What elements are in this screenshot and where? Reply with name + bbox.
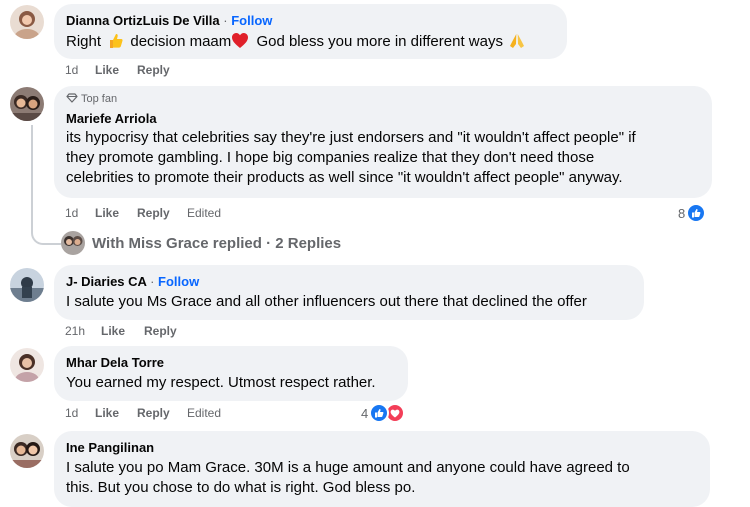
- author-name-link[interactable]: Mariefe Arriola: [66, 110, 700, 127]
- comment-text-part: Right: [66, 33, 102, 50]
- author-name-link[interactable]: Mhar Dela Torre: [66, 354, 396, 371]
- comment-actions: 1d Like Reply Edited: [65, 206, 265, 221]
- reaction-count: 4: [361, 405, 369, 421]
- comment-timestamp[interactable]: 1d: [65, 63, 78, 77]
- comment-text: Right decision maam God bless you more i…: [66, 32, 555, 55]
- comment-text-line: its hypocrisy that celebrities say they'…: [66, 129, 636, 146]
- folded-hands-emoji-icon: [509, 32, 525, 55]
- avatar[interactable]: [10, 87, 44, 121]
- comment-text-line: celebrities to promote their products as…: [66, 169, 623, 186]
- comment-actions: 21h Like Reply: [65, 324, 265, 339]
- comment-timestamp[interactable]: 21h: [65, 324, 85, 338]
- comment-text-line: this. But you chose to do what is right.…: [66, 479, 416, 496]
- edited-label[interactable]: Edited: [187, 206, 221, 220]
- follow-button[interactable]: Follow: [231, 13, 272, 28]
- comment-text-part: God bless you more in different ways: [256, 33, 503, 50]
- comment-bubble: Top fan Mariefe Arriola its hypocrisy th…: [54, 86, 712, 198]
- reaction-summary[interactable]: 4: [361, 403, 406, 423]
- comment-actions: 1d Like Reply Edited: [65, 406, 265, 421]
- comment-timestamp[interactable]: 1d: [65, 406, 78, 420]
- comment-text: I salute you po Mam Grace. 30M is a huge…: [66, 458, 698, 498]
- like-button[interactable]: Like: [95, 406, 119, 420]
- comment-text: You earned my respect. Utmost respect ra…: [66, 374, 376, 391]
- top-fan-badge: Top fan: [66, 92, 700, 107]
- avatar[interactable]: [10, 348, 44, 382]
- follow-button[interactable]: Follow: [158, 274, 199, 289]
- edited-label[interactable]: Edited: [187, 406, 221, 420]
- separator-dot: ·: [223, 13, 228, 28]
- comment-bubble: J- Diaries CA · Follow I salute you Ms G…: [54, 265, 644, 320]
- comment-bubble: Dianna OrtizLuis De Villa · Follow Right…: [54, 4, 567, 59]
- comment-text-part: decision maam: [130, 33, 232, 50]
- view-replies-button[interactable]: With Miss Grace replied · 2 Replies: [61, 230, 341, 256]
- like-button[interactable]: Like: [95, 63, 119, 77]
- comment-bubble: Ine Pangilinan I salute you po Mam Grace…: [54, 431, 710, 507]
- like-button[interactable]: Like: [95, 206, 119, 220]
- reaction-count: 8: [678, 205, 686, 221]
- comment-text-line: they promote gambling. I hope big compan…: [66, 149, 595, 166]
- comment-timestamp[interactable]: 1d: [65, 206, 78, 220]
- reply-button[interactable]: Reply: [137, 63, 170, 77]
- avatar[interactable]: [10, 268, 44, 302]
- author-name-link[interactable]: J- Diaries CA: [66, 274, 146, 289]
- red-heart-emoji-icon: [231, 32, 249, 55]
- top-fan-label: Top fan: [81, 93, 118, 105]
- comment-bubble: Mhar Dela Torre You earned my respect. U…: [54, 346, 408, 401]
- avatar[interactable]: [10, 434, 44, 468]
- reply-button[interactable]: Reply: [137, 406, 170, 420]
- thumbs-up-emoji-icon: [107, 32, 124, 55]
- comment-text: I salute you Ms Grace and all other infl…: [66, 293, 587, 310]
- reply-button[interactable]: Reply: [137, 206, 170, 220]
- separator-dot: ·: [150, 274, 155, 289]
- avatar: [61, 231, 85, 255]
- author-name-link[interactable]: Ine Pangilinan: [66, 439, 698, 456]
- like-button[interactable]: Like: [101, 324, 125, 338]
- comment-text: its hypocrisy that celebrities say they'…: [66, 128, 700, 188]
- reaction-summary[interactable]: 8: [678, 203, 707, 223]
- like-reaction-icon: [369, 403, 390, 423]
- like-reaction-icon: [686, 203, 707, 223]
- comment-author: J- Diaries CA · Follow: [66, 273, 632, 290]
- comment-text-line: I salute you po Mam Grace. 30M is a huge…: [66, 459, 630, 476]
- avatar[interactable]: [10, 5, 44, 39]
- comment-actions: 1d Like Reply: [65, 63, 265, 78]
- replies-summary-text[interactable]: With Miss Grace replied · 2 Replies: [92, 235, 341, 252]
- comment-author: Dianna OrtizLuis De Villa · Follow: [66, 12, 555, 29]
- author-name-link[interactable]: Dianna OrtizLuis De Villa: [66, 13, 220, 28]
- reply-button[interactable]: Reply: [144, 324, 177, 338]
- diamond-icon: [66, 93, 78, 107]
